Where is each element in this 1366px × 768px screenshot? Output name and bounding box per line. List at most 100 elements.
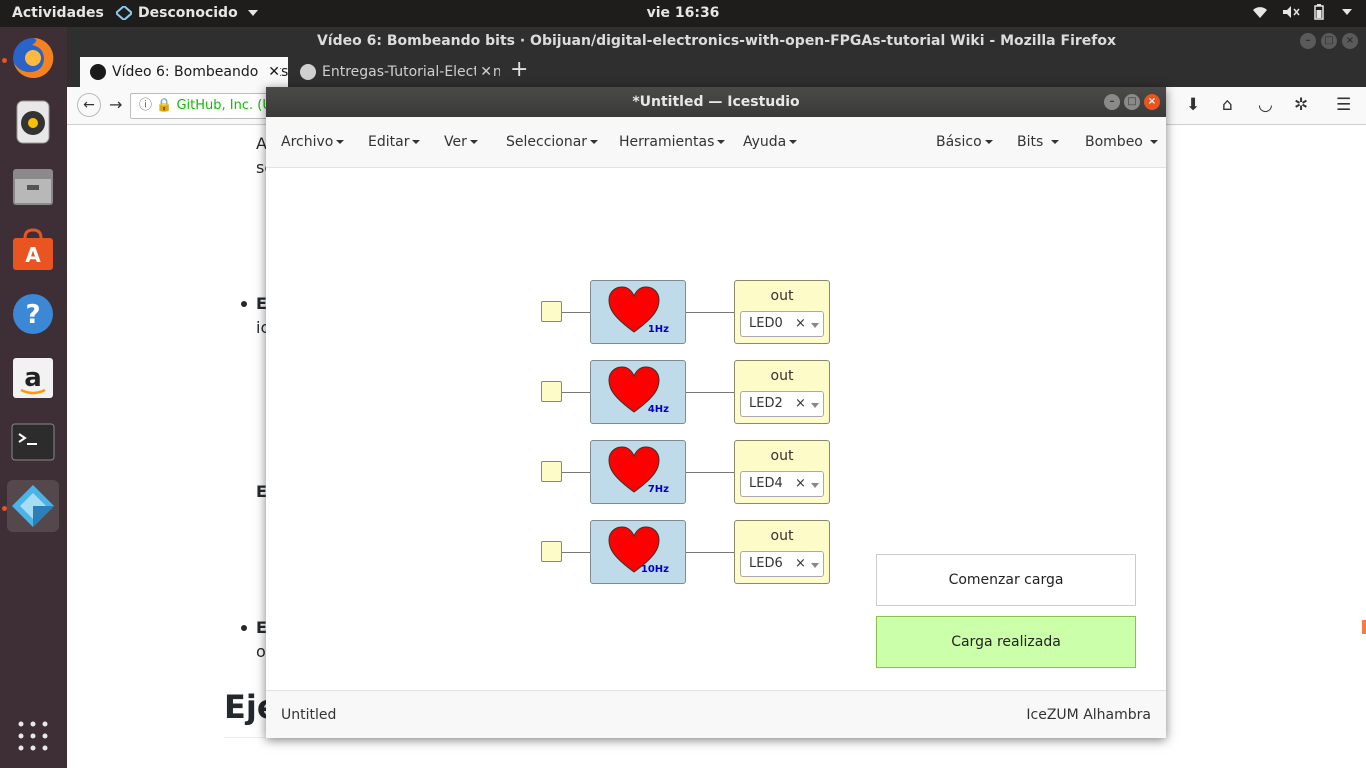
download-icon[interactable]: ⬇	[1186, 95, 1200, 115]
wire[interactable]	[686, 392, 734, 393]
caret-icon	[984, 140, 993, 144]
output-led-block[interactable]: out LED2 ×	[734, 360, 830, 424]
menu-basico[interactable]: Básico	[936, 134, 993, 150]
network-label: Desconocido	[138, 5, 238, 21]
wire[interactable]	[562, 472, 590, 473]
design-canvas[interactable]: 1Hz out LED0 × 4Hz out LED2 × 7Hz out LE…	[266, 168, 1166, 690]
menu-label: Herramientas	[619, 134, 715, 150]
files-launcher[interactable]	[7, 160, 59, 212]
wire[interactable]	[562, 392, 590, 393]
output-led-block[interactable]: out LED0 ×	[734, 280, 830, 344]
dropdown-arrow-icon[interactable]	[811, 323, 819, 328]
output-label: out	[770, 368, 794, 384]
minimize-button[interactable]: –	[1300, 33, 1316, 49]
icestudio-titlebar: *Untitled — Icestudio – □ ×	[266, 87, 1166, 117]
menu-label: Bits	[1017, 134, 1044, 150]
menu-archivo[interactable]: Archivo	[281, 134, 345, 150]
menu-bombeo[interactable]: Bombeo	[1085, 134, 1159, 150]
menu-ayuda[interactable]: Ayuda	[743, 134, 798, 150]
back-button[interactable]: ←	[77, 93, 101, 117]
wire[interactable]	[686, 472, 734, 473]
output-label: out	[770, 528, 794, 544]
clear-icon[interactable]: ×	[795, 396, 806, 411]
wire[interactable]	[562, 552, 590, 553]
icestudio-launcher[interactable]	[7, 480, 59, 532]
close-tab-icon[interactable]: ✕	[264, 57, 280, 87]
dropdown-arrow-icon[interactable]	[811, 403, 819, 408]
menu-ver[interactable]: Ver	[444, 134, 478, 150]
wire[interactable]	[686, 312, 734, 313]
upload-done-notice[interactable]: Carga realizada	[876, 616, 1136, 668]
clear-icon[interactable]: ×	[795, 476, 806, 491]
caret-icon	[590, 140, 599, 144]
output-led-block[interactable]: out LED6 ×	[734, 520, 830, 584]
clock-heart-block[interactable]: 10Hz	[590, 520, 686, 584]
lock-icon: 🔒	[156, 98, 173, 113]
dropdown-arrow-icon[interactable]	[811, 483, 819, 488]
wire[interactable]	[686, 552, 734, 553]
maximize-button[interactable]: □	[1124, 94, 1140, 110]
info-icon: ⓘ	[139, 98, 153, 113]
menu-herramientas[interactable]: Herramientas	[619, 134, 726, 150]
close-button[interactable]: ×	[1144, 94, 1160, 110]
top-panel: Actividades Desconocido vie 16:36	[0, 0, 1366, 27]
input-port[interactable]	[541, 461, 562, 482]
input-port[interactable]	[541, 301, 562, 322]
terminal-launcher[interactable]	[7, 416, 59, 468]
close-tab-icon[interactable]: ✕	[476, 57, 492, 87]
help-launcher[interactable]: ?	[7, 288, 59, 340]
board-name[interactable]: IceZUM Alhambra	[1026, 707, 1151, 723]
system-tray[interactable]	[1252, 4, 1352, 20]
software-launcher[interactable]: A	[7, 224, 59, 276]
caret-icon	[789, 140, 798, 144]
network-menu[interactable]: Desconocido	[116, 5, 258, 21]
new-tab-button[interactable]: +	[510, 57, 528, 83]
rhythmbox-launcher[interactable]	[7, 96, 59, 148]
output-label: out	[770, 288, 794, 304]
led-select[interactable]: LED4 ×	[740, 471, 824, 497]
extension-icon[interactable]: ✲	[1294, 95, 1308, 115]
icestudio-window-title: *Untitled — Icestudio	[632, 94, 800, 110]
wire[interactable]	[562, 312, 590, 313]
show-applications-button[interactable]	[7, 710, 59, 762]
led-value: LED4	[749, 476, 783, 491]
led-select[interactable]: LED6 ×	[740, 551, 824, 577]
output-led-block[interactable]: out LED4 ×	[734, 440, 830, 504]
led-select[interactable]: LED2 ×	[740, 391, 824, 417]
maximize-button[interactable]: □	[1321, 33, 1337, 49]
activities-button[interactable]: Actividades	[12, 5, 104, 21]
scroll-marker[interactable]	[1362, 620, 1366, 634]
clock-heart-block[interactable]: 1Hz	[590, 280, 686, 344]
start-upload-button[interactable]: Comenzar carga	[876, 554, 1136, 606]
menu-seleccionar[interactable]: Seleccionar	[506, 134, 599, 150]
firefox-icon	[13, 37, 54, 78]
firefox-launcher[interactable]	[7, 32, 59, 84]
battery-icon	[1314, 4, 1324, 20]
clear-icon[interactable]: ×	[795, 556, 806, 571]
dropdown-arrow-icon[interactable]	[811, 563, 819, 568]
clock-heart-block[interactable]: 7Hz	[590, 440, 686, 504]
input-port[interactable]	[541, 381, 562, 402]
tab-entregas[interactable]: Entregas-Tutorial-Electrónica ✕	[290, 57, 500, 87]
tab-label: Vídeo 6: Bombeando bits	[112, 64, 288, 80]
menu-editar[interactable]: Editar	[368, 134, 421, 150]
input-port[interactable]	[541, 541, 562, 562]
chevron-down-icon	[1342, 9, 1352, 15]
frequency-label: 7Hz	[647, 484, 669, 495]
minimize-button[interactable]: –	[1104, 94, 1120, 110]
close-button[interactable]: ×	[1342, 33, 1358, 49]
pocket-icon[interactable]: ◡	[1258, 95, 1273, 115]
home-icon[interactable]: ⌂	[1222, 95, 1233, 115]
amazon-launcher[interactable]: a	[7, 352, 59, 404]
page-text: o	[256, 642, 266, 661]
led-select[interactable]: LED0 ×	[740, 311, 824, 337]
menu-icon[interactable]: ☰	[1336, 95, 1351, 115]
svg-text:a: a	[24, 363, 42, 393]
tab-bombeando-bits[interactable]: Vídeo 6: Bombeando bits ✕	[80, 57, 288, 87]
icestudio-window: *Untitled — Icestudio – □ × Archivo Edit…	[266, 87, 1166, 738]
clear-icon[interactable]: ×	[795, 316, 806, 331]
clock-heart-block[interactable]: 4Hz	[590, 360, 686, 424]
forward-button[interactable]: →	[109, 95, 122, 114]
firefox-window-title: Vídeo 6: Bombeando bits · Obijuan/digita…	[316, 33, 1117, 49]
menu-bits[interactable]: Bits	[1017, 134, 1059, 150]
